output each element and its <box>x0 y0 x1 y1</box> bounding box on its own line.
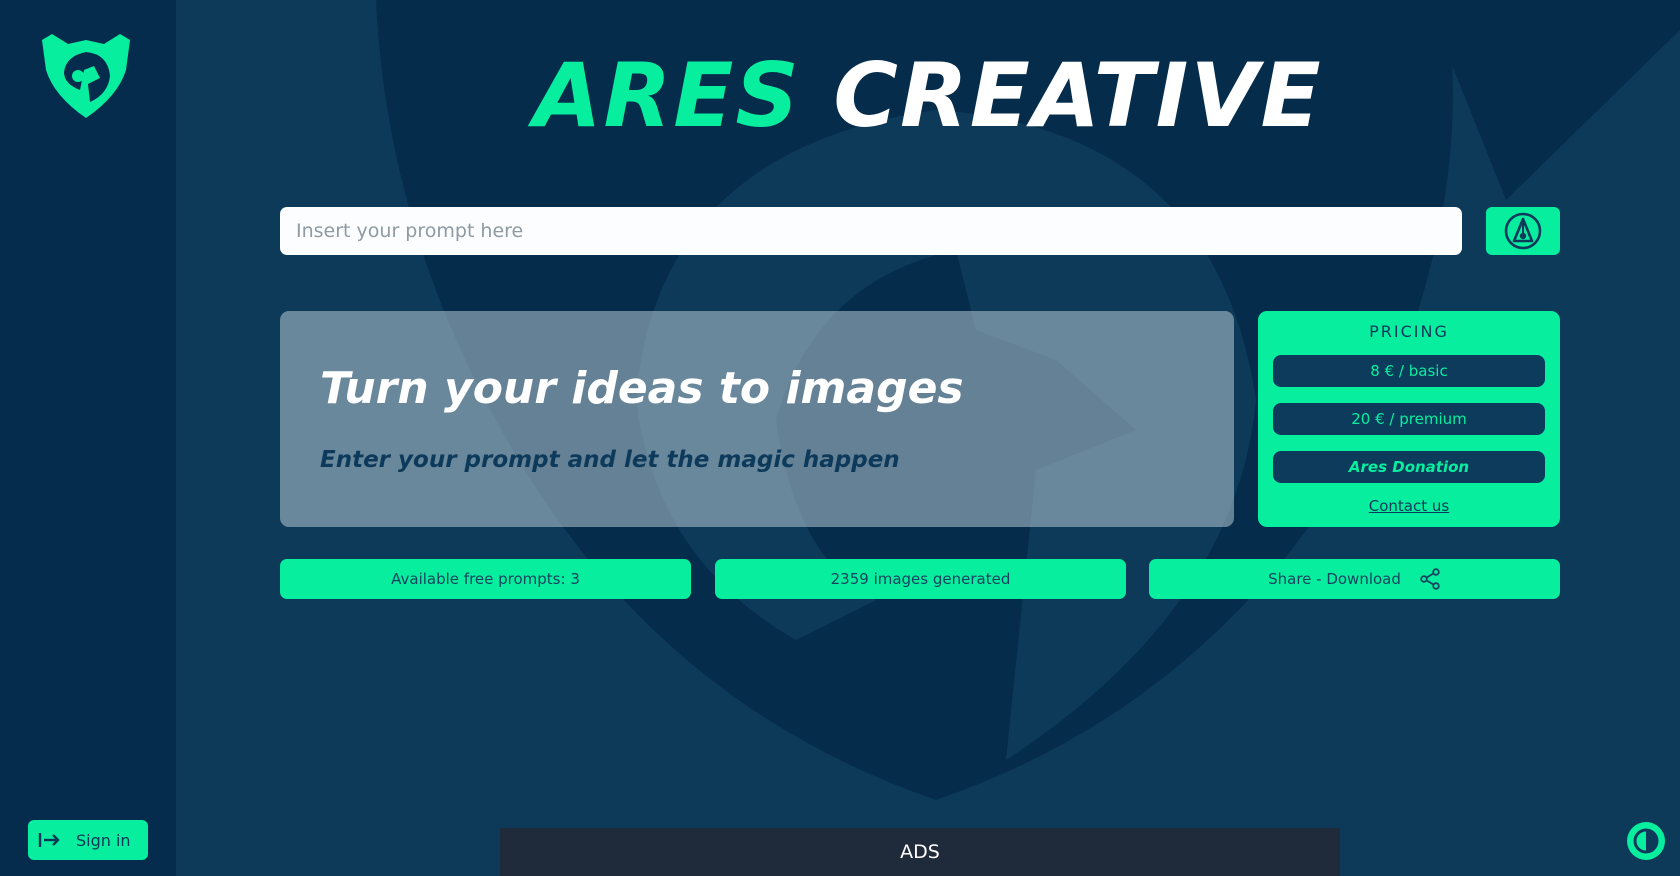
sign-in-arrow-icon <box>38 833 60 847</box>
donation-button[interactable]: Ares Donation <box>1273 451 1545 483</box>
main-area: ARES CREATIVE Turn your ideas to images … <box>176 0 1680 876</box>
ares-shield-logo-icon[interactable] <box>38 30 134 120</box>
hero-banner: Turn your ideas to images Enter your pro… <box>280 311 1234 527</box>
app-title: ARES CREATIVE <box>176 44 1680 147</box>
images-generated-text: 2359 images generated <box>830 570 1011 588</box>
contact-us-link[interactable]: Contact us <box>1258 497 1560 515</box>
theme-toggle-icon[interactable] <box>1626 821 1666 861</box>
prompt-input[interactable] <box>280 207 1462 255</box>
basic-plan-button[interactable]: 8 € / basic <box>1273 355 1545 387</box>
generate-button[interactable] <box>1486 207 1560 255</box>
sign-in-label: Sign in <box>76 830 131 850</box>
hero-title: Turn your ideas to images <box>320 363 964 414</box>
pricing-heading: PRICING <box>1369 322 1449 341</box>
free-prompts-badge: Available free prompts: 3 <box>280 559 691 599</box>
share-download-button[interactable]: Share - Download <box>1149 559 1560 599</box>
pricing-panel: PRICING 8 € / basic 20 € / premium Ares … <box>1258 311 1560 527</box>
share-download-label: Share - Download <box>1268 570 1401 588</box>
sign-in-button[interactable]: Sign in <box>28 820 148 860</box>
hero-subtitle: Enter your prompt and let the magic happ… <box>320 447 900 473</box>
ads-label: ADS <box>900 841 940 863</box>
sidebar: Sign in <box>0 0 176 876</box>
premium-plan-button[interactable]: 20 € / premium <box>1273 403 1545 435</box>
title-part2: CREATIVE <box>833 44 1323 147</box>
ads-banner: ADS <box>500 828 1340 876</box>
images-generated-badge: 2359 images generated <box>715 559 1126 599</box>
free-prompts-text: Available free prompts: 3 <box>391 570 580 588</box>
share-icon <box>1420 568 1440 590</box>
pen-nib-icon <box>1504 212 1542 250</box>
title-part1: ARES <box>533 44 801 147</box>
